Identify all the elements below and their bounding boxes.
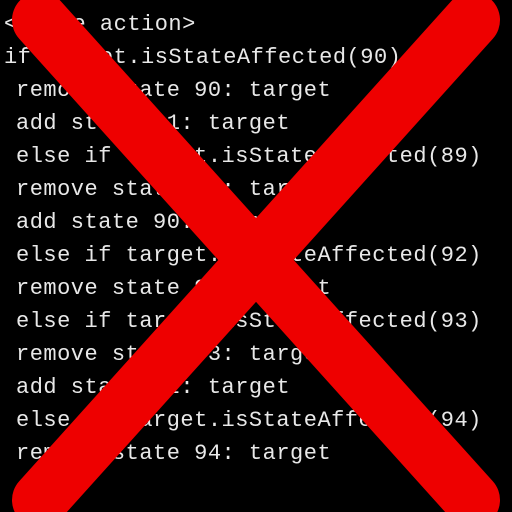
code-line: remove state 93: target [4,338,508,371]
code-line: remove state 92: target [4,272,508,305]
code-line: else if target.isStateAffected(93) [4,305,508,338]
code-line: else if target.isStateAffected(92) [4,239,508,272]
code-line: add state 90: target [4,206,508,239]
code-block: <whole action>if target.isStateAffected(… [4,8,508,470]
code-line: <whole action> [4,8,508,41]
code-line: else if target.isStateAffected(89) [4,140,508,173]
code-line: if target.isStateAffected(90) [4,41,508,74]
code-line: add state 92: target [4,371,508,404]
code-line: remove state 89: target [4,173,508,206]
code-line: else if target.isStateAffected(94) [4,404,508,437]
code-line: remove state 94: target [4,437,508,470]
code-line: add state 91: target [4,107,508,140]
code-line: remove state 90: target [4,74,508,107]
